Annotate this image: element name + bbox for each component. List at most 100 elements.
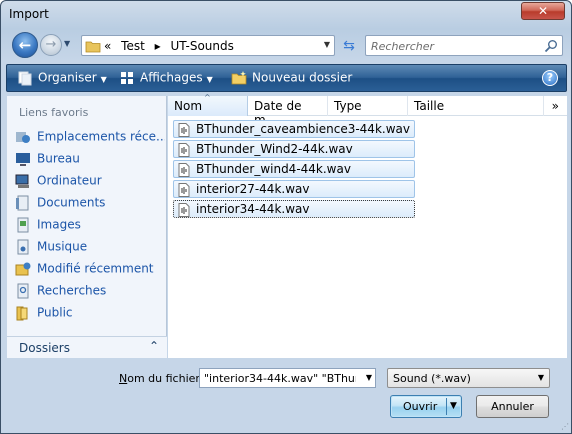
sidebar-item-searches[interactable]: Recherches <box>15 283 165 303</box>
new-folder-icon <box>231 71 247 85</box>
refresh-icon: ⇆ <box>343 38 355 54</box>
sidebar-item-label: Modifié récemment <box>37 261 154 276</box>
organize-label: Organiser <box>38 70 97 85</box>
list-item[interactable]: BThunder_caveambience3-44k.wav <box>173 120 415 138</box>
new-folder-button[interactable]: Nouveau dossier <box>231 70 352 86</box>
music-icon <box>17 239 29 255</box>
open-button[interactable]: Ouvrir ▼ <box>390 395 462 418</box>
sidebar-item-label: Images <box>37 217 81 232</box>
audio-file-icon <box>178 163 190 177</box>
title-bar: Import ✕ <box>1 1 571 27</box>
breadcrumb-test[interactable]: Test <box>121 39 145 53</box>
address-dropdown[interactable]: ▼ <box>324 40 330 49</box>
searches-icon <box>17 283 29 299</box>
search-input[interactable] <box>371 38 541 54</box>
filename-value: "interior34-44k.wav" "BThunder_ <box>204 372 356 385</box>
sidebar-item-label: Documents <box>37 195 106 210</box>
forward-arrow-icon: → <box>45 37 57 52</box>
public-folder-icon <box>16 306 28 321</box>
back-button[interactable]: ← <box>12 32 38 58</box>
computer-icon <box>15 174 29 188</box>
filename-label: Nom du fichier : <box>119 372 207 385</box>
help-icon[interactable]: ? <box>542 70 558 86</box>
filename-label-text: om du fichier : <box>127 372 208 385</box>
organize-icon <box>18 71 32 86</box>
sidebar-item-label: Recherches <box>37 283 107 298</box>
file-type-value: Sound (*.wav) <box>393 372 471 385</box>
refresh-button[interactable]: ⇆ <box>339 37 359 55</box>
sidebar-item-public[interactable]: Public <box>15 305 165 325</box>
chevron-down-icon: ▼ <box>206 74 213 84</box>
sidebar-item-recent-places[interactable]: Emplacements réce... <box>15 129 165 149</box>
new-folder-label: Nouveau dossier <box>252 70 353 85</box>
recent-pages-dropdown[interactable]: ▼ <box>64 39 70 48</box>
sidebar-item-images[interactable]: Images <box>15 217 165 237</box>
open-button-label: Ouvrir <box>403 400 438 413</box>
import-dialog: Import ✕ ← → ▼ « Test ▸ UT-Sounds ▼ ⇆ Re… <box>0 0 572 434</box>
file-list: Nom ^ Date de m... Type Taille » BThunde… <box>168 93 567 358</box>
list-item[interactable]: interior34-44k.wav <box>173 200 415 218</box>
sidebar-item-recently-changed[interactable]: Modifié récemment <box>15 261 165 281</box>
window-title: Import <box>9 7 49 21</box>
list-item[interactable]: BThunder_Wind2-44k.wav <box>173 140 415 158</box>
column-header-size[interactable]: Taille <box>408 96 544 116</box>
column-header-type[interactable]: Type <box>328 96 408 116</box>
filename-field[interactable]: "interior34-44k.wav" "BThunder_ ▼ <box>199 368 376 388</box>
sidebar-item-label: Bureau <box>37 151 80 166</box>
sidebar-item-label: Emplacements réce... <box>37 129 165 144</box>
pictures-icon <box>17 217 29 233</box>
back-arrow-icon: ← <box>18 36 32 54</box>
sidebar-item-music[interactable]: Musique <box>15 239 165 259</box>
column-header-name[interactable]: Nom ^ <box>168 93 248 116</box>
split-divider <box>446 398 447 415</box>
sidebar-item-label: Musique <box>37 239 88 254</box>
forward-button[interactable]: → <box>40 34 62 56</box>
audio-file-icon <box>178 143 190 157</box>
views-label: Affichages <box>140 70 203 85</box>
column-header-date[interactable]: Date de m... <box>248 96 328 127</box>
command-toolbar: Organiser ▼ Affichages ▼ Nouveau dossier ? <box>6 64 567 92</box>
sidebar-item-label: Ordinateur <box>37 173 102 188</box>
chevron-down-icon[interactable]: ▼ <box>366 373 372 382</box>
file-type-select[interactable]: Sound (*.wav) ▼ <box>387 368 550 388</box>
filename-label-accesskey: N <box>119 372 128 385</box>
list-item[interactable]: interior27-44k.wav <box>173 180 415 198</box>
breadcrumb-separator[interactable]: ▸ <box>155 39 161 53</box>
views-icon <box>121 72 133 84</box>
search-box[interactable] <box>365 35 563 56</box>
chevron-down-icon: ▼ <box>100 74 107 84</box>
file-name: BThunder_Wind2-44k.wav <box>196 142 353 156</box>
recent-places-icon <box>16 132 30 143</box>
folders-toggle[interactable]: Dossiers ⌃ <box>7 336 167 358</box>
audio-file-icon <box>178 123 190 137</box>
address-bar[interactable]: « Test ▸ UT-Sounds ▼ <box>81 35 335 56</box>
breadcrumb-overflow[interactable]: « <box>104 39 111 53</box>
file-name: interior34-44k.wav <box>196 202 310 216</box>
sidebar-item-computer[interactable]: Ordinateur <box>15 173 165 193</box>
open-options-dropdown[interactable]: ▼ <box>450 401 457 411</box>
file-name: BThunder_caveambience3-44k.wav <box>196 122 410 136</box>
cancel-button[interactable]: Annuler <box>476 395 549 418</box>
sidebar-item-desktop[interactable]: Bureau <box>15 151 165 171</box>
favorite-links-header: Liens favoris <box>19 106 89 119</box>
views-menu[interactable]: Affichages ▼ <box>119 70 213 86</box>
list-item[interactable]: BThunder_wind4-44k.wav <box>173 160 415 178</box>
audio-file-icon <box>178 183 190 197</box>
breadcrumb-ut-sounds[interactable]: UT-Sounds <box>171 39 234 53</box>
breadcrumb: « Test ▸ UT-Sounds <box>104 39 240 53</box>
organize-menu[interactable]: Organiser ▼ <box>17 70 107 86</box>
file-name: BThunder_wind4-44k.wav <box>196 162 351 176</box>
resize-grip[interactable]: ⋰ <box>561 422 569 431</box>
sidebar-item-documents[interactable]: Documents <box>15 195 165 215</box>
recently-changed-icon <box>15 262 31 276</box>
more-columns-button[interactable]: » <box>552 99 559 113</box>
folder-icon <box>85 41 101 53</box>
search-icon[interactable] <box>544 39 558 53</box>
audio-file-icon <box>178 203 190 217</box>
column-label: Nom <box>174 99 203 113</box>
column-header-row: Nom ^ Date de m... Type Taille » <box>168 93 567 127</box>
sidebar-item-label: Public <box>37 305 73 320</box>
chevron-down-icon: ▼ <box>537 373 544 382</box>
close-button[interactable]: ✕ <box>521 2 565 20</box>
documents-icon <box>16 195 29 211</box>
